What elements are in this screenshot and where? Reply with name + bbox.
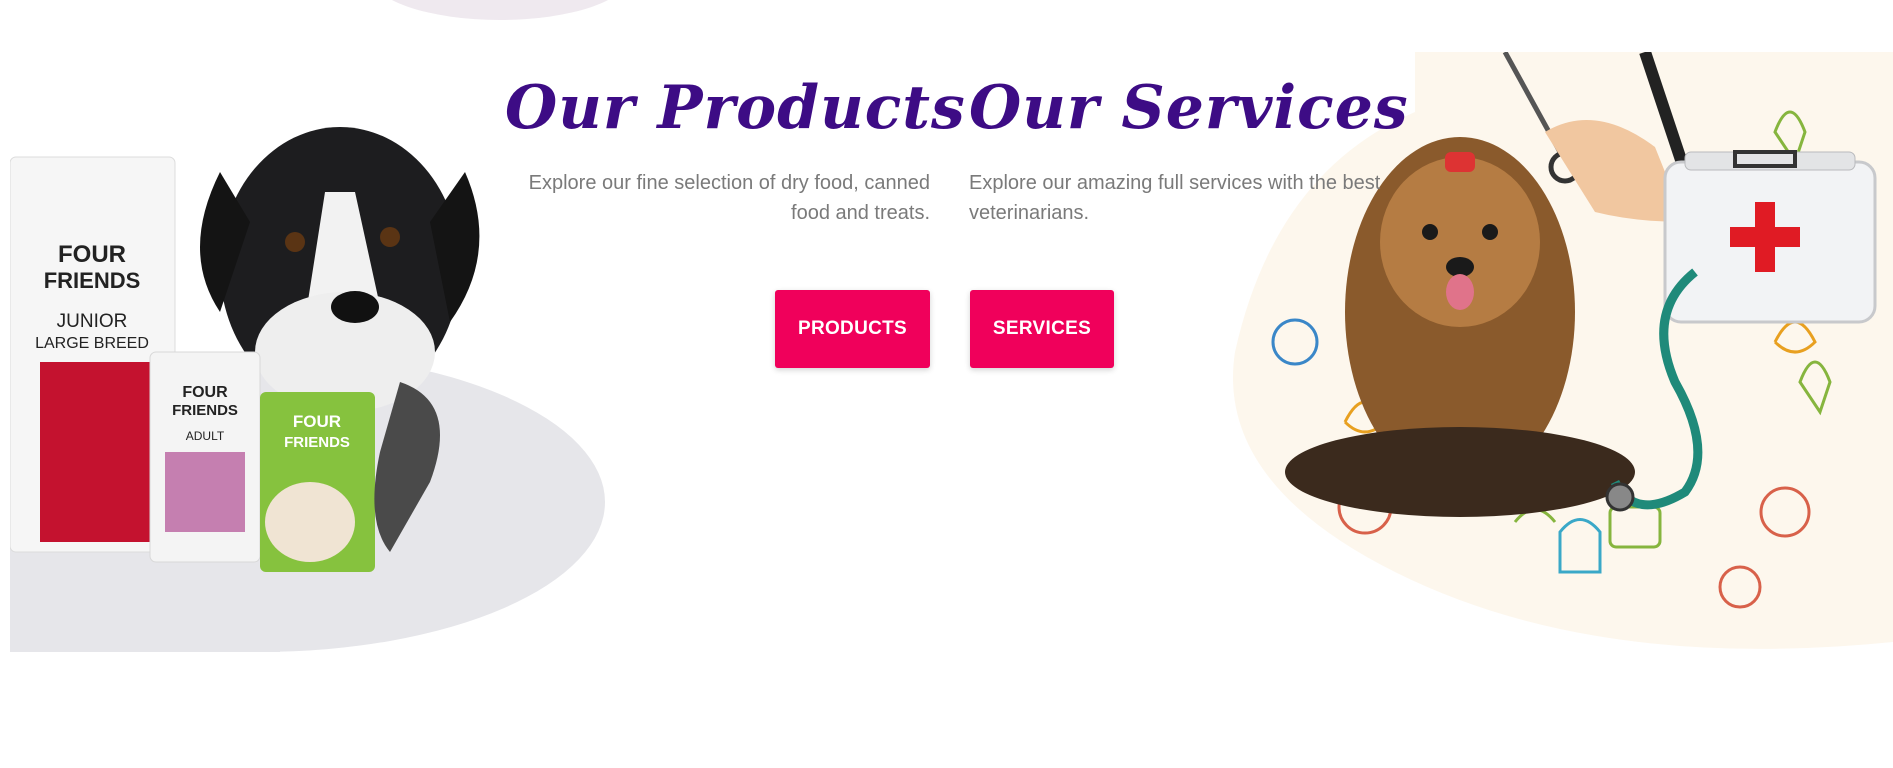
svg-text:LARGE BREED: LARGE BREED [35,335,149,352]
products-section: Our Products Explore our fine selection … [505,68,966,228]
services-section: Our Services Explore our amazing full se… [969,68,1409,228]
services-button[interactable]: SERVICES [970,290,1114,368]
decorative-blob [370,0,630,20]
svg-text:FRIENDS: FRIENDS [284,434,350,451]
svg-text:FOUR: FOUR [293,412,341,431]
svg-text:JUNIOR: JUNIOR [57,311,128,332]
services-description: Explore our amazing full services with t… [969,172,1381,224]
products-description: Explore our fine selection of dry food, … [528,172,930,224]
svg-text:FOUR: FOUR [182,384,228,401]
products-button[interactable]: PRODUCTS [775,290,930,368]
services-title: Our Services [969,73,1409,143]
svg-text:FRIENDS: FRIENDS [172,402,238,419]
package-brand-large: FOUR [58,241,126,268]
products-title: Our Products [505,73,966,143]
svg-text:ADULT: ADULT [186,429,225,443]
svg-text:FRIENDS: FRIENDS [44,268,141,293]
